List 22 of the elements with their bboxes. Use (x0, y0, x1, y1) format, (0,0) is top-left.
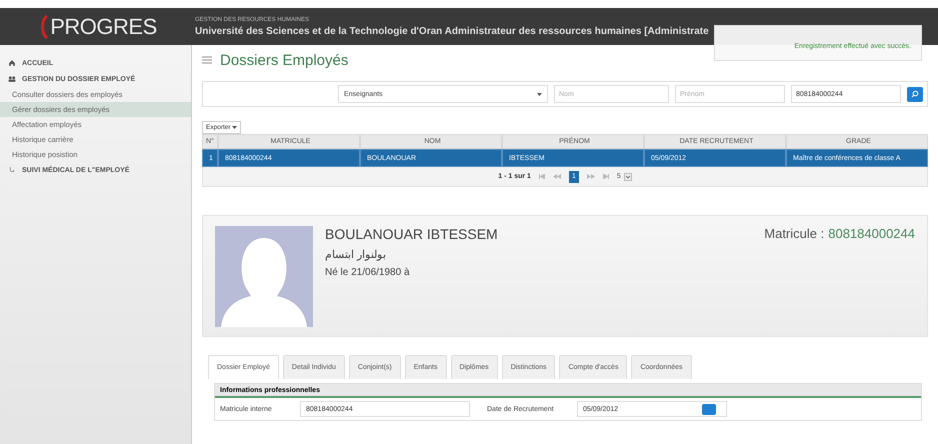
last-page-icon[interactable] (602, 174, 609, 179)
matricule-label: Matricule : (764, 226, 824, 241)
employee-arabic-name: بولنوار ابتسام (325, 248, 386, 261)
header-title: Université des Sciences et de la Technologie d'Oran Administrateur des ressources humaines [Administrate (195, 26, 709, 36)
caret-icon (537, 92, 542, 96)
logo-icon (38, 14, 48, 38)
previous-page-icon[interactable] (552, 174, 561, 179)
birth-info: Né le 21/06/1980 à (325, 267, 411, 278)
caret-icon (232, 126, 238, 129)
home-icon (8, 59, 16, 67)
next-page-icon[interactable] (586, 174, 595, 179)
search-button[interactable] (907, 86, 923, 102)
first-page-icon[interactable] (538, 174, 545, 179)
people-icon (8, 75, 16, 83)
employee-name: BOULANOUAR IBTESSEM (325, 226, 499, 242)
page-title: Dossiers Employés (220, 52, 348, 68)
logo-text: PROGRES (50, 14, 157, 40)
menu-icon[interactable] (202, 56, 212, 64)
matricule-value: 808184000244 (828, 226, 915, 241)
calendar-button[interactable] (702, 404, 716, 414)
search-icon (911, 90, 919, 98)
dropdown-icon (624, 172, 632, 180)
